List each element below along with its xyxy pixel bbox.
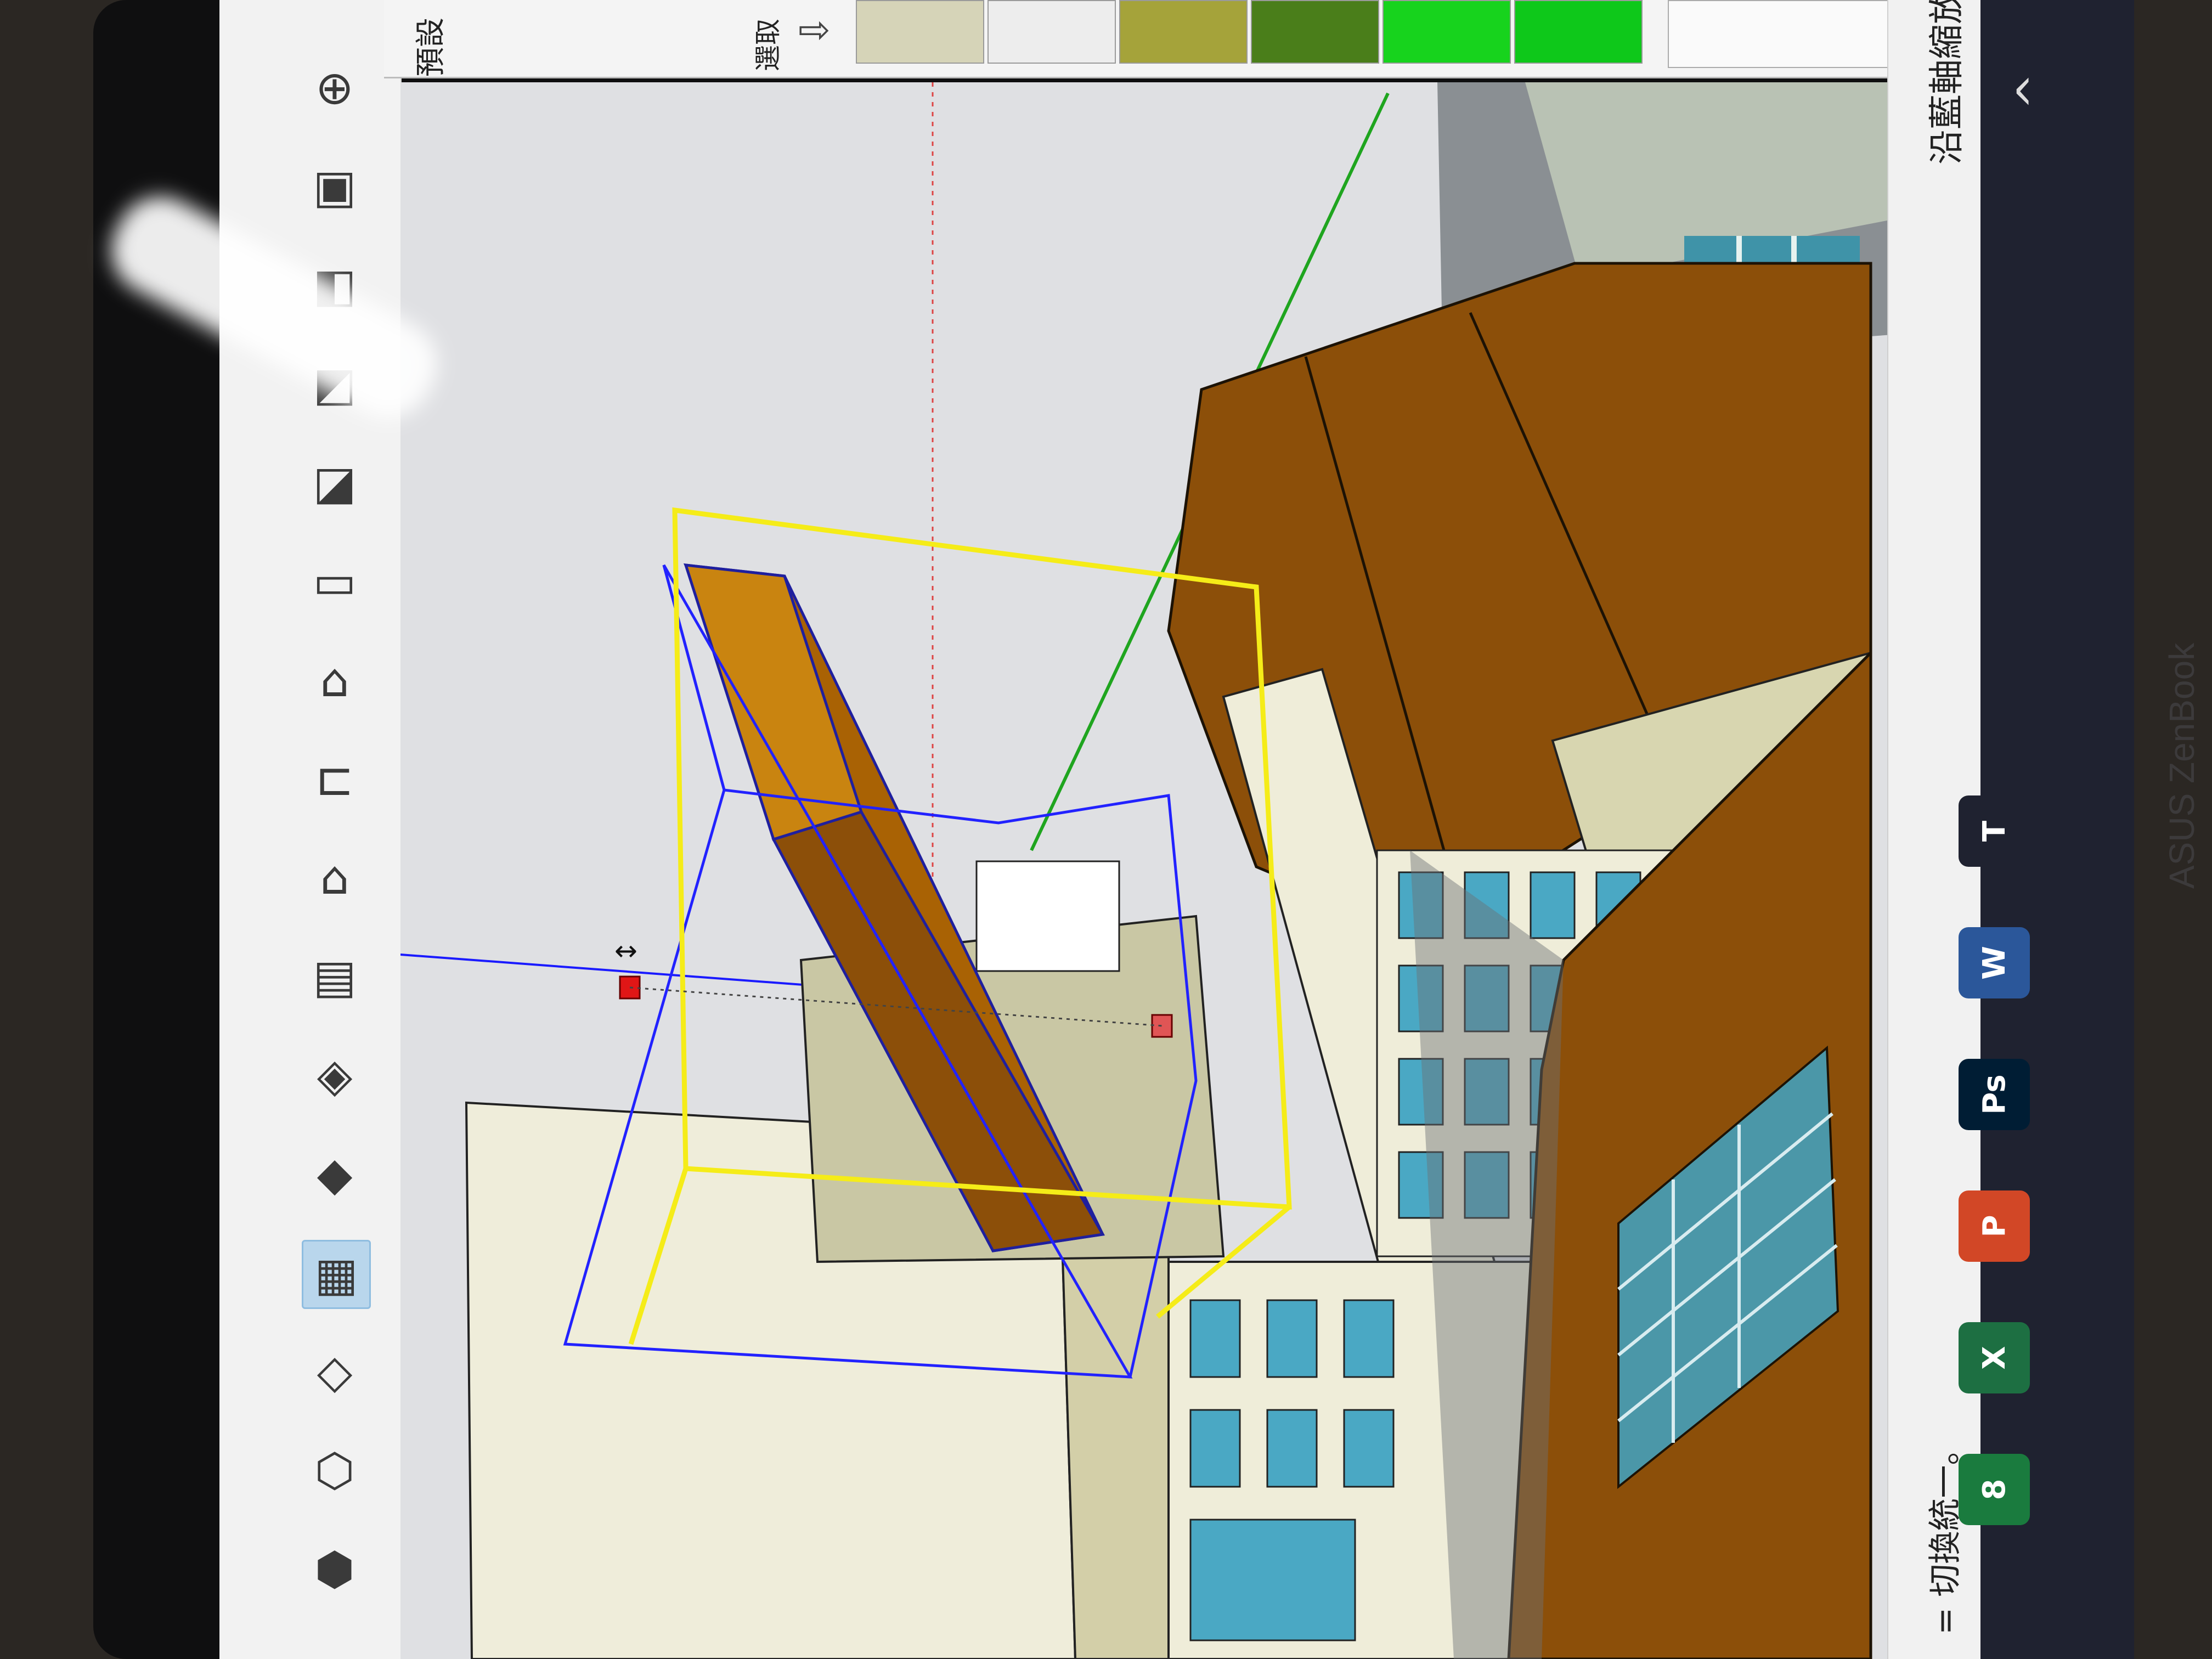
taskbar-photoshop-icon[interactable]: Ps: [1959, 1059, 2030, 1130]
material-swatch[interactable]: [988, 0, 1116, 64]
tray-down-arrow-icon[interactable]: ⇩: [792, 15, 837, 47]
monochrome-icon[interactable]: ▦: [302, 1240, 371, 1309]
systray-arrow-icon[interactable]: ^: [2008, 73, 2059, 110]
svg-text:↔: ↔: [614, 935, 637, 967]
iso-view-icon[interactable]: ◈: [302, 1042, 368, 1108]
material-swatch[interactable]: [1119, 0, 1248, 64]
view-back-icon[interactable]: ⌂: [302, 845, 368, 911]
xray-icon[interactable]: ⬢: [302, 1536, 368, 1602]
tray-preview-icon[interactable]: [1668, 0, 1900, 68]
hidden-line-icon[interactable]: ◇: [302, 1339, 368, 1404]
material-swatch[interactable]: [1383, 0, 1511, 64]
device-brand: ASUS ZenBook: [2162, 642, 2202, 889]
taskbar-excel-icon[interactable]: X: [1959, 1322, 2030, 1393]
orbit-icon[interactable]: ⊕: [302, 55, 368, 121]
status-hint: 沿藍軸縮放: [1927, 0, 1967, 165]
taskbar-powerpoint-icon[interactable]: P: [1959, 1190, 2030, 1262]
material-swatch[interactable]: [1514, 0, 1643, 64]
solid-display-icon[interactable]: ▣: [302, 154, 368, 219]
tray-select-label: 選取: [753, 18, 783, 71]
view-top-icon[interactable]: ▭: [302, 549, 368, 614]
default-tray: 預設 選取 ⇩: [384, 0, 1937, 78]
material-swatch[interactable]: [1251, 0, 1379, 64]
wireframe-icon[interactable]: ⬡: [302, 1437, 368, 1503]
view-right-icon[interactable]: ⊏: [302, 746, 368, 812]
taskbar-typora-icon[interactable]: T: [1959, 795, 2030, 867]
model-viewport[interactable]: ↔: [400, 82, 1893, 1659]
material-swatch[interactable]: [856, 0, 984, 64]
scene-svg: ↔: [400, 82, 1893, 1659]
view-left-icon[interactable]: ▤: [302, 944, 368, 1009]
tray-header: 預設: [413, 18, 448, 77]
back-edges-icon[interactable]: ◪: [302, 450, 368, 516]
view-front-icon[interactable]: ⌂: [302, 647, 368, 713]
shaded-textures-icon[interactable]: ◆: [302, 1141, 368, 1207]
taskbar-word-icon[interactable]: W: [1959, 927, 2030, 998]
taskbar-app-8-icon[interactable]: 8: [1959, 1454, 2030, 1525]
